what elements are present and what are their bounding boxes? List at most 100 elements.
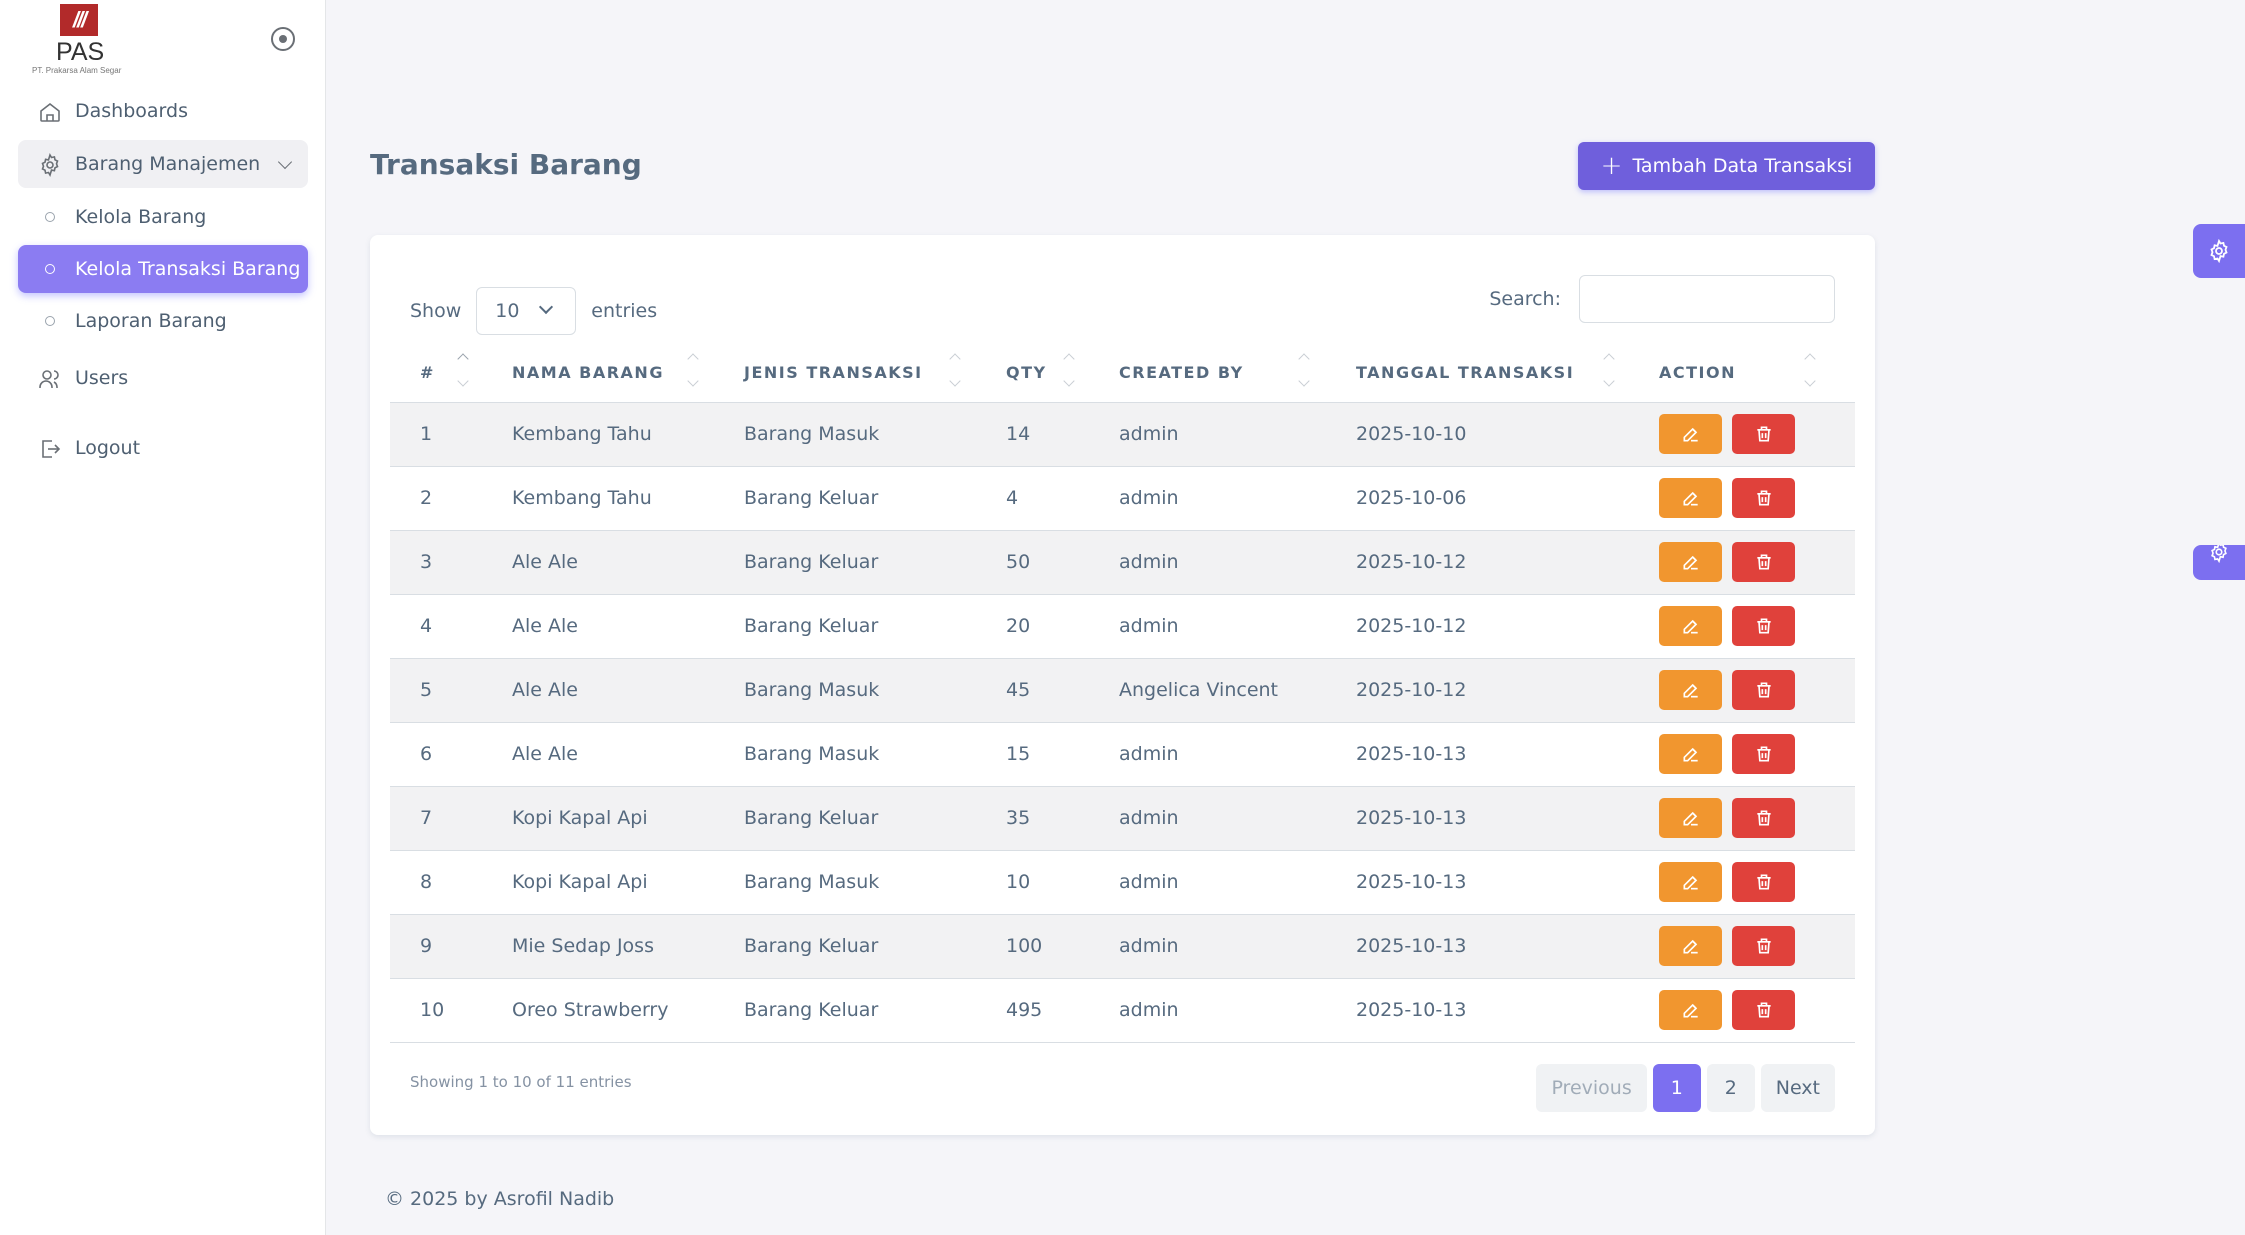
- pagination-next[interactable]: Next: [1760, 1064, 1835, 1112]
- search-input[interactable]: [1579, 275, 1835, 323]
- edit-button[interactable]: [1659, 414, 1722, 454]
- table-header-row: # NAMA BARANG JENIS TRANSAKSI QTY CREATE…: [390, 343, 1855, 403]
- delete-button[interactable]: [1732, 734, 1795, 774]
- column-header-nama-barang[interactable]: NAMA BARANG: [482, 343, 714, 403]
- delete-button[interactable]: [1732, 478, 1795, 518]
- logout-icon: [42, 440, 61, 458]
- edit-button[interactable]: [1659, 990, 1722, 1030]
- table-row: 10 Oreo Strawberry Barang Keluar 495 admin 20…: [390, 978, 1855, 1043]
- cell-created-by: admin: [1089, 594, 1326, 659]
- edit-icon: [1683, 747, 1698, 762]
- column-header-jenis-transaksi[interactable]: JENIS TRANSAKSI: [714, 343, 976, 403]
- entries-select[interactable]: 10: [476, 287, 577, 335]
- delete-button[interactable]: [1732, 414, 1795, 454]
- delete-button[interactable]: [1732, 862, 1795, 902]
- edit-button[interactable]: [1659, 926, 1722, 966]
- cell-number: 2: [390, 466, 482, 531]
- settings-side-tab[interactable]: [2193, 224, 2245, 278]
- sidebar-item-users[interactable]: Users: [18, 354, 308, 402]
- table-row: 5 Ale Ale Barang Masuk 45 Angelica Vincent 20…: [390, 658, 1855, 723]
- edit-button[interactable]: [1659, 478, 1722, 518]
- cell-tanggal-transaksi: 2025-10-13: [1326, 722, 1629, 787]
- transactions-table: # NAMA BARANG JENIS TRANSAKSI QTY CREATE…: [390, 343, 1855, 1043]
- cell-nama-barang: Ale Ale: [482, 530, 714, 595]
- cell-tanggal-transaksi: 2025-10-12: [1326, 658, 1629, 723]
- row-actions: [1659, 542, 1855, 582]
- page-title: Transaksi Barang: [370, 148, 642, 181]
- cell-created-by: admin: [1089, 722, 1326, 787]
- cell-tanggal-transaksi: 2025-10-06: [1326, 466, 1629, 531]
- edit-button[interactable]: [1659, 606, 1722, 646]
- trash-icon: [1756, 810, 1771, 826]
- delete-button[interactable]: [1732, 670, 1795, 710]
- delete-button[interactable]: [1732, 990, 1795, 1030]
- gear-icon: [2210, 239, 2228, 263]
- pagination-previous[interactable]: Previous: [1536, 1064, 1647, 1112]
- column-header-qty[interactable]: QTY: [976, 343, 1089, 403]
- sort-icon: [1602, 351, 1616, 395]
- edit-button[interactable]: [1659, 862, 1722, 902]
- add-transaction-button[interactable]: + Tambah Data Transaksi: [1578, 142, 1875, 190]
- sidebar-item-kelola-transaksi-barang[interactable]: Kelola Transaksi Barang: [18, 245, 308, 293]
- trash-icon: [1756, 1002, 1771, 1018]
- table-body: 1 Kembang Tahu Barang Masuk 14 admin 2025-10-…: [390, 402, 1855, 1043]
- edit-button[interactable]: [1659, 670, 1722, 710]
- table-row: 9 Mie Sedap Joss Barang Keluar 100 admin 2025…: [390, 914, 1855, 979]
- search-label: Search:: [1489, 288, 1561, 310]
- edit-icon: [1683, 875, 1698, 890]
- cell-qty: 495: [976, 978, 1089, 1043]
- column-header-number[interactable]: #: [390, 343, 482, 403]
- cell-action: [1629, 914, 1855, 979]
- cell-number: 1: [390, 402, 482, 467]
- sidebar-item-logout[interactable]: Logout: [18, 424, 308, 472]
- cell-qty: 4: [976, 466, 1089, 531]
- delete-button[interactable]: [1732, 798, 1795, 838]
- sort-icon: [1297, 351, 1311, 395]
- cell-number: 9: [390, 914, 482, 979]
- pagination: Previous 1 2 Next: [1536, 1064, 1835, 1112]
- edit-icon: [1683, 683, 1698, 698]
- company-logo[interactable]: /// PAS PT. Prakarsa Alam Segar: [32, 4, 132, 75]
- pagination-page-1[interactable]: 1: [1652, 1064, 1701, 1112]
- pagination-page-2[interactable]: 2: [1706, 1064, 1755, 1112]
- edit-button[interactable]: [1659, 798, 1722, 838]
- cell-qty: 14: [976, 402, 1089, 467]
- sidebar-item-kelola-barang[interactable]: Kelola Barang: [18, 193, 308, 241]
- cell-tanggal-transaksi: 2025-10-10: [1326, 402, 1629, 467]
- column-header-action[interactable]: ACTION: [1629, 343, 1855, 403]
- cell-tanggal-transaksi: 2025-10-12: [1326, 594, 1629, 659]
- cell-jenis-transaksi: Barang Keluar: [714, 978, 976, 1043]
- edit-icon: [1683, 427, 1698, 442]
- cell-tanggal-transaksi: 2025-10-13: [1326, 978, 1629, 1043]
- circle-icon: [45, 316, 55, 326]
- trash-icon: [1756, 618, 1771, 634]
- sidebar-toggle-icon[interactable]: [271, 27, 295, 51]
- cell-nama-barang: Kembang Tahu: [482, 466, 714, 531]
- delete-button[interactable]: [1732, 542, 1795, 582]
- sidebar-item-label: Kelola Barang: [75, 206, 207, 228]
- cell-created-by: admin: [1089, 530, 1326, 595]
- edit-button[interactable]: [1659, 734, 1722, 774]
- sidebar-item-barang-manajemen[interactable]: Barang Manajemen: [18, 140, 308, 188]
- cell-created-by: admin: [1089, 850, 1326, 915]
- column-header-created-by[interactable]: CREATED BY: [1089, 343, 1326, 403]
- table-row: 3 Ale Ale Barang Keluar 50 admin 2025-10-12: [390, 530, 1855, 595]
- table-row: 2 Kembang Tahu Barang Keluar 4 admin 2025-10-…: [390, 466, 1855, 531]
- trash-icon: [1756, 426, 1771, 442]
- cell-action: [1629, 722, 1855, 787]
- table-row: 6 Ale Ale Barang Masuk 15 admin 2025-10-13: [390, 722, 1855, 787]
- sidebar-item-dashboards[interactable]: Dashboards: [18, 87, 308, 135]
- row-actions: [1659, 734, 1855, 774]
- trash-icon: [1756, 938, 1771, 954]
- cell-qty: 10: [976, 850, 1089, 915]
- delete-button[interactable]: [1732, 926, 1795, 966]
- edit-button[interactable]: [1659, 542, 1722, 582]
- edit-icon: [1683, 619, 1698, 634]
- cell-action: [1629, 466, 1855, 531]
- sidebar-item-laporan-barang[interactable]: Laporan Barang: [18, 297, 308, 345]
- cell-created-by: admin: [1089, 978, 1326, 1043]
- cell-qty: 15: [976, 722, 1089, 787]
- column-header-tanggal-transaksi[interactable]: TANGGAL TRANSAKSI: [1326, 343, 1629, 403]
- delete-button[interactable]: [1732, 606, 1795, 646]
- secondary-settings-side-tab[interactable]: [2193, 545, 2245, 580]
